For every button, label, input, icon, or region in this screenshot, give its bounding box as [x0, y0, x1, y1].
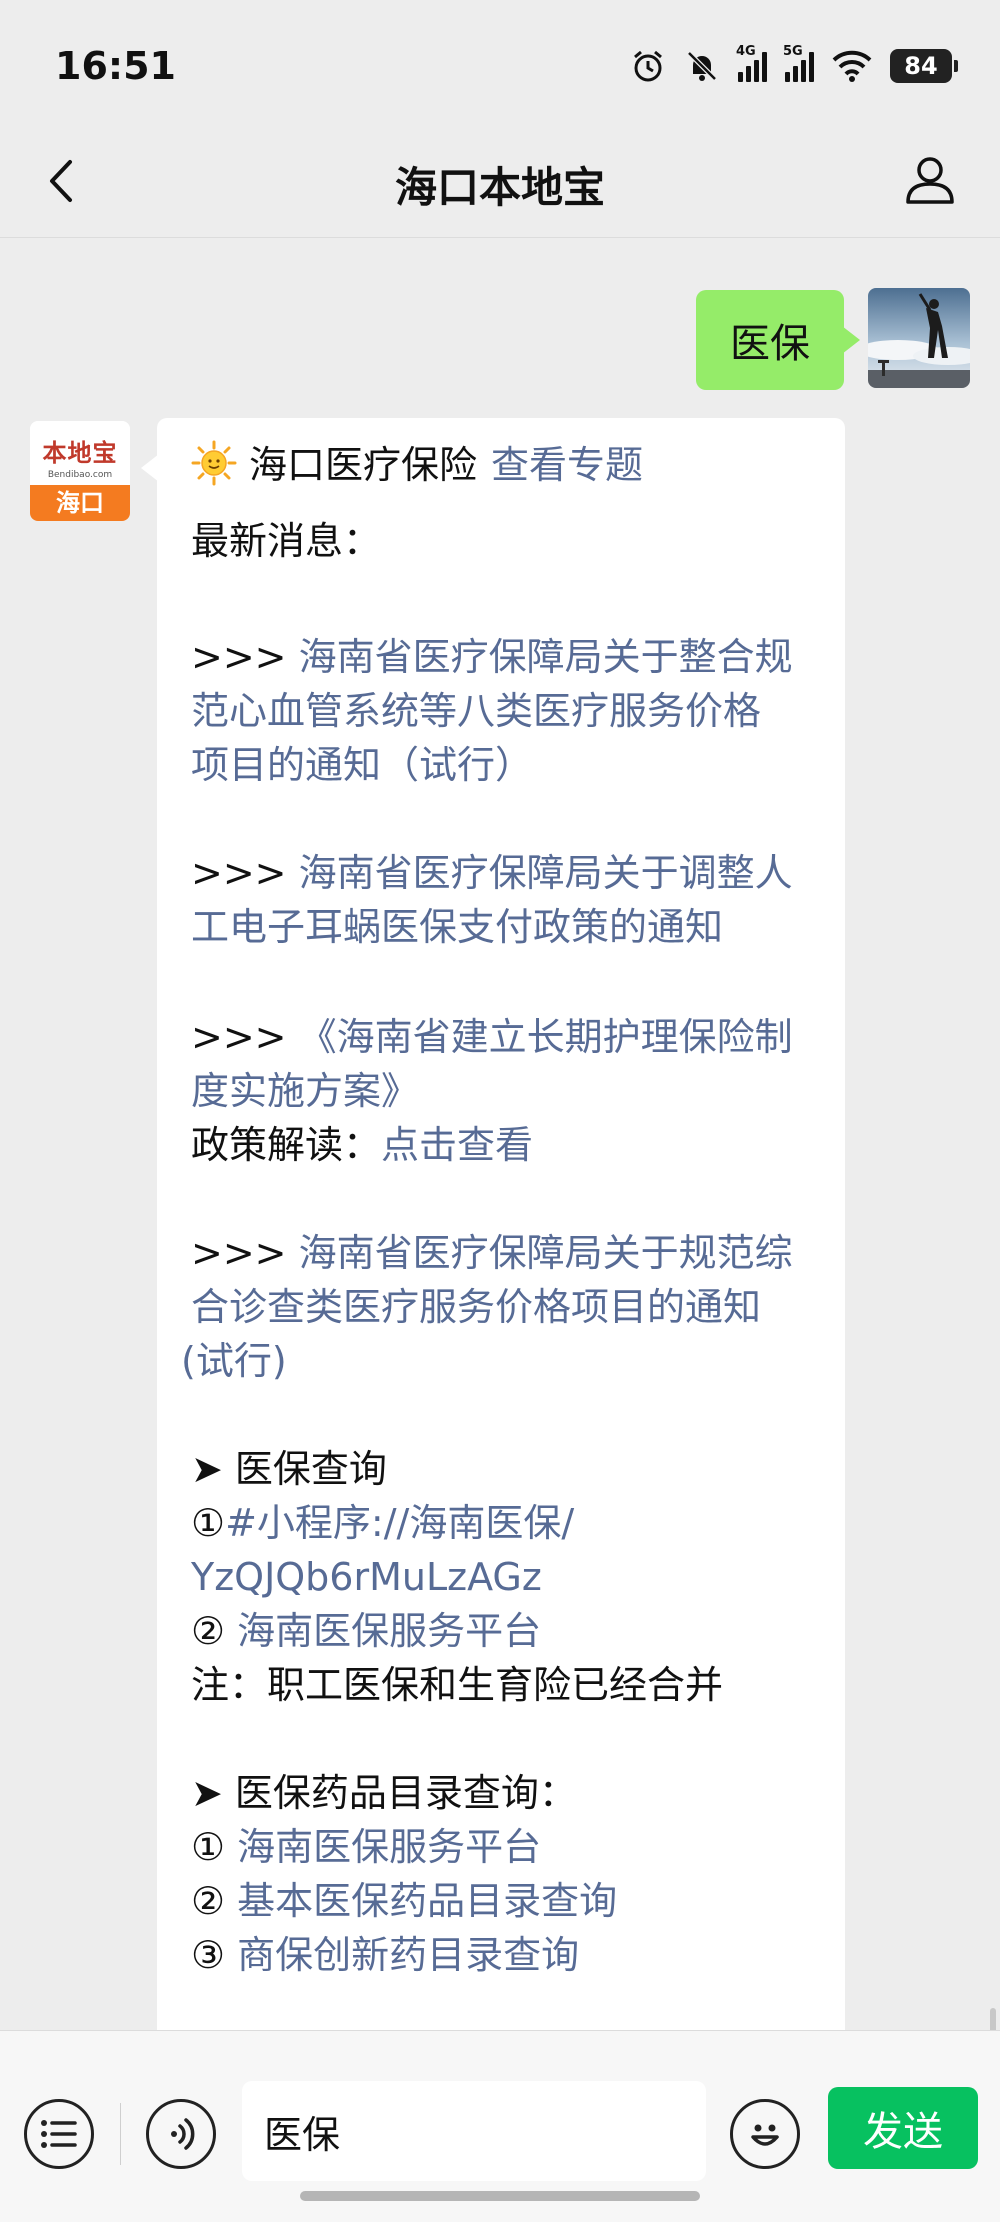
section-insurance-query-title: ➤ 医保查询	[191, 1447, 387, 1491]
bot-avatar-city: 海口	[30, 485, 130, 521]
section-drug-catalog-title: ➤ 医保药品目录查询：	[191, 1771, 577, 1815]
wifi-icon	[832, 50, 872, 82]
emoji-button[interactable]	[730, 2099, 800, 2169]
bot-message-bubble: 海口医疗保险 查看专题 最新消息： >>> 海南省医疗保障局关于整合规 范心血管系…	[141, 418, 845, 2030]
topic-header: 海口医疗保险 查看专题	[191, 438, 643, 492]
status-time: 16:51	[55, 44, 176, 88]
battery-indicator: 84	[890, 49, 958, 83]
scrollbar-thumb[interactable]	[990, 2008, 996, 2030]
bot-avatar[interactable]: 本地宝 Bendibao.com 海口	[30, 421, 130, 521]
input-bar: 发送	[0, 2030, 1000, 2222]
mini-program-link-line2[interactable]: YzQJQb6rMuLzAGz	[191, 1550, 542, 1604]
sun-emoji-icon	[191, 440, 237, 486]
latest-news-label: 最新消息：	[191, 519, 382, 563]
message-input[interactable]	[242, 2081, 706, 2181]
input-divider	[120, 2103, 121, 2165]
user-avatar-image	[868, 288, 970, 388]
merge-note: 注：职工医保和生育险已经合并	[191, 1663, 724, 1707]
news-item-1-line2[interactable]: 范心血管系统等八类医疗服务价格	[191, 684, 761, 738]
news-item-1-line3[interactable]: 项目的通知（试行）	[191, 738, 533, 792]
drug-service-platform-link[interactable]: ① 海南医保服务平台	[191, 1820, 541, 1874]
news-item-4-line2[interactable]: 合诊查类医疗服务价格项目的通知	[191, 1280, 761, 1334]
news-item-4-line3[interactable]: (试行)	[181, 1334, 287, 1388]
news-item-2-line2[interactable]: 工电子耳蜗医保支付政策的通知	[191, 900, 723, 954]
signal-5g-icon: 5G	[783, 44, 814, 82]
home-indicator[interactable]	[300, 2191, 700, 2201]
alarm-icon	[634, 50, 662, 82]
list-icon	[41, 2120, 77, 2148]
news-item-3[interactable]: >>> 《海南省建立长期护理保险制	[191, 1010, 793, 1064]
topic-title: 海口医疗保险	[249, 443, 478, 487]
policy-link[interactable]: 点击查看	[381, 1123, 533, 1167]
voice-input-button[interactable]	[146, 2099, 216, 2169]
service-platform-link[interactable]: ② 海南医保服务平台	[191, 1604, 541, 1658]
innovative-drug-catalog-link[interactable]: ③ 商保创新药目录查询	[191, 1928, 579, 1982]
status-bar: 16:51 4G 5G 84	[0, 0, 1000, 120]
chat-area[interactable]: 医保 本地宝 Bendibao.com 海口 海口医疗保险 查看专题 最新消息：…	[0, 238, 1000, 2030]
voice-icon	[171, 2118, 195, 2150]
smiley-icon	[751, 2124, 779, 2146]
user-message-bubble[interactable]: 医保	[696, 290, 860, 390]
bot-avatar-logo: 本地宝 Bendibao.com	[30, 421, 130, 485]
view-topic-link[interactable]: 查看专题	[491, 443, 643, 487]
news-item-4[interactable]: >>> 海南省医疗保障局关于规范综	[191, 1226, 793, 1280]
news-item-2[interactable]: >>> 海南省医疗保障局关于调整人	[191, 846, 793, 900]
menu-list-button[interactable]	[24, 2099, 94, 2169]
status-icons: 4G 5G 84	[630, 44, 958, 88]
policy-reading: 政策解读：点击查看	[191, 1123, 534, 1167]
profile-icon[interactable]	[902, 152, 958, 208]
basic-drug-catalog-link[interactable]: ② 基本医保药品目录查询	[191, 1874, 617, 1928]
signal-4g-icon: 4G	[736, 44, 767, 82]
send-button[interactable]: 发送	[828, 2087, 978, 2169]
mute-bell-icon	[687, 51, 717, 81]
user-avatar[interactable]	[868, 288, 970, 388]
mini-program-link[interactable]: ①#小程序://海南医保/	[191, 1496, 574, 1550]
news-item-3-line2[interactable]: 度实施方案》	[191, 1064, 419, 1118]
page-title: 海口本地宝	[394, 163, 605, 212]
news-item-1[interactable]: >>> 海南省医疗保障局关于整合规	[191, 630, 793, 684]
nav-bar: 海口本地宝	[0, 120, 1000, 238]
